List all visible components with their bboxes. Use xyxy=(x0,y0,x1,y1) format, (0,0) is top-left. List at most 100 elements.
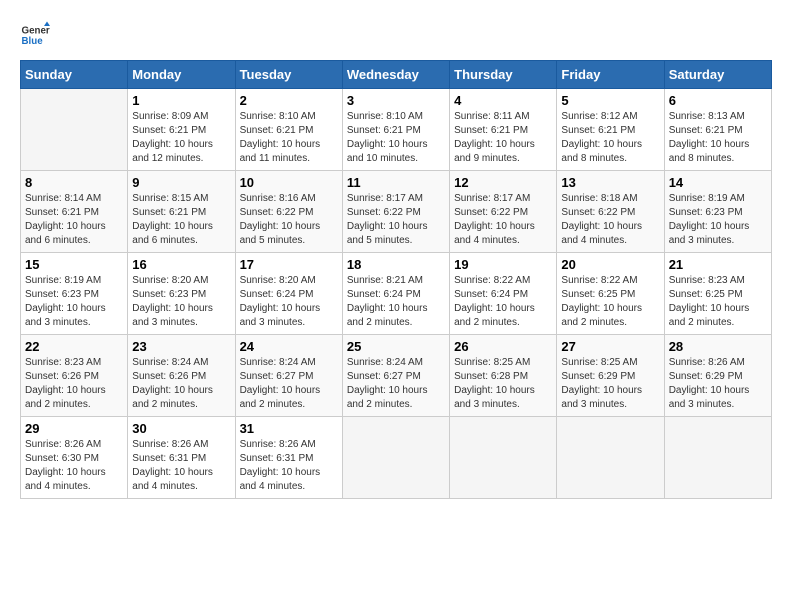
day-number: 24 xyxy=(240,339,338,354)
day-number: 1 xyxy=(132,93,230,108)
calendar-week-row: 8 Sunrise: 8:14 AMSunset: 6:21 PMDaylight… xyxy=(21,171,772,253)
calendar-day-cell: 5 Sunrise: 8:12 AMSunset: 6:21 PMDaylight… xyxy=(557,89,664,171)
day-number: 12 xyxy=(454,175,552,190)
logo: General Blue xyxy=(20,20,54,50)
calendar-day-cell: 1Sunrise: 8:09 AMSunset: 6:21 PMDaylight… xyxy=(128,89,235,171)
day-number: 23 xyxy=(132,339,230,354)
day-info: Sunrise: 8:11 AMSunset: 6:21 PMDaylight:… xyxy=(454,110,552,166)
calendar-day-cell: 6 Sunrise: 8:13 AMSunset: 6:21 PMDaylight… xyxy=(664,89,771,171)
day-info: Sunrise: 8:19 AMSunset: 6:23 PMDaylight:… xyxy=(25,274,123,330)
calendar-week-row: 15Sunrise: 8:19 AMSunset: 6:23 PMDayligh… xyxy=(21,253,772,335)
calendar-day-cell: 17Sunrise: 8:20 AMSunset: 6:24 PMDayligh… xyxy=(235,253,342,335)
day-number: 9 xyxy=(132,175,230,190)
day-info: Sunrise: 8:25 AMSunset: 6:29 PMDaylight:… xyxy=(561,356,659,412)
calendar-day-cell: 3 Sunrise: 8:10 AMSunset: 6:21 PMDaylight… xyxy=(342,89,449,171)
day-number: 5 xyxy=(561,93,659,108)
calendar-header-row: SundayMondayTuesdayWednesdayThursdayFrid… xyxy=(21,61,772,89)
day-number: 27 xyxy=(561,339,659,354)
col-header-monday: Monday xyxy=(128,61,235,89)
col-header-friday: Friday xyxy=(557,61,664,89)
calendar-day-cell xyxy=(342,417,449,499)
calendar-day-cell: 30 Sunrise: 8:26 AMSunset: 6:31 PMDayligh… xyxy=(128,417,235,499)
calendar-week-row: 1Sunrise: 8:09 AMSunset: 6:21 PMDaylight… xyxy=(21,89,772,171)
day-number: 2 xyxy=(240,93,338,108)
day-info: Sunrise: 8:24 AMSunset: 6:26 PMDaylight:… xyxy=(132,356,230,412)
day-number: 11 xyxy=(347,175,445,190)
day-info: Sunrise: 8:26 AMSunset: 6:30 PMDaylight:… xyxy=(25,438,123,494)
calendar-day-cell: 13 Sunrise: 8:18 AMSunset: 6:22 PMDayligh… xyxy=(557,171,664,253)
svg-text:Blue: Blue xyxy=(22,36,44,47)
logo-icon: General Blue xyxy=(20,20,50,50)
calendar-week-row: 22Sunrise: 8:23 AMSunset: 6:26 PMDayligh… xyxy=(21,335,772,417)
day-info: Sunrise: 8:26 AMSunset: 6:31 PMDaylight:… xyxy=(240,438,338,494)
calendar-day-cell: 31 Sunrise: 8:26 AMSunset: 6:31 PMDayligh… xyxy=(235,417,342,499)
day-number: 4 xyxy=(454,93,552,108)
day-info: Sunrise: 8:17 AMSunset: 6:22 PMDaylight:… xyxy=(347,192,445,248)
col-header-wednesday: Wednesday xyxy=(342,61,449,89)
day-number: 18 xyxy=(347,257,445,272)
calendar-day-cell: 24 Sunrise: 8:24 AMSunset: 6:27 PMDayligh… xyxy=(235,335,342,417)
svg-text:General: General xyxy=(22,26,51,37)
calendar-day-cell: 10Sunrise: 8:16 AMSunset: 6:22 PMDayligh… xyxy=(235,171,342,253)
calendar-day-cell xyxy=(664,417,771,499)
calendar-day-cell: 20 Sunrise: 8:22 AMSunset: 6:25 PMDayligh… xyxy=(557,253,664,335)
day-info: Sunrise: 8:12 AMSunset: 6:21 PMDaylight:… xyxy=(561,110,659,166)
day-info: Sunrise: 8:10 AMSunset: 6:21 PMDaylight:… xyxy=(347,110,445,166)
day-info: Sunrise: 8:15 AMSunset: 6:21 PMDaylight:… xyxy=(132,192,230,248)
day-info: Sunrise: 8:14 AMSunset: 6:21 PMDaylight:… xyxy=(25,192,123,248)
day-number: 22 xyxy=(25,339,123,354)
day-number: 3 xyxy=(347,93,445,108)
day-info: Sunrise: 8:25 AMSunset: 6:28 PMDaylight:… xyxy=(454,356,552,412)
col-header-saturday: Saturday xyxy=(664,61,771,89)
day-info: Sunrise: 8:26 AMSunset: 6:31 PMDaylight:… xyxy=(132,438,230,494)
calendar-week-row: 29 Sunrise: 8:26 AMSunset: 6:30 PMDayligh… xyxy=(21,417,772,499)
calendar-day-cell xyxy=(21,89,128,171)
day-number: 20 xyxy=(561,257,659,272)
col-header-thursday: Thursday xyxy=(450,61,557,89)
day-number: 30 xyxy=(132,421,230,436)
day-info: Sunrise: 8:24 AMSunset: 6:27 PMDaylight:… xyxy=(240,356,338,412)
day-info: Sunrise: 8:23 AMSunset: 6:25 PMDaylight:… xyxy=(669,274,767,330)
day-number: 17 xyxy=(240,257,338,272)
day-number: 25 xyxy=(347,339,445,354)
day-info: Sunrise: 8:20 AMSunset: 6:23 PMDaylight:… xyxy=(132,274,230,330)
col-header-sunday: Sunday xyxy=(21,61,128,89)
day-number: 14 xyxy=(669,175,767,190)
day-number: 28 xyxy=(669,339,767,354)
calendar-day-cell: 16Sunrise: 8:20 AMSunset: 6:23 PMDayligh… xyxy=(128,253,235,335)
calendar-day-cell xyxy=(450,417,557,499)
calendar-day-cell: 25 Sunrise: 8:24 AMSunset: 6:27 PMDayligh… xyxy=(342,335,449,417)
calendar-day-cell: 4 Sunrise: 8:11 AMSunset: 6:21 PMDaylight… xyxy=(450,89,557,171)
calendar-day-cell: 21Sunrise: 8:23 AMSunset: 6:25 PMDayligh… xyxy=(664,253,771,335)
calendar-day-cell: 8 Sunrise: 8:14 AMSunset: 6:21 PMDaylight… xyxy=(21,171,128,253)
calendar-day-cell: 18 Sunrise: 8:21 AMSunset: 6:24 PMDayligh… xyxy=(342,253,449,335)
day-number: 8 xyxy=(25,175,123,190)
day-info: Sunrise: 8:18 AMSunset: 6:22 PMDaylight:… xyxy=(561,192,659,248)
calendar-day-cell: 27 Sunrise: 8:25 AMSunset: 6:29 PMDayligh… xyxy=(557,335,664,417)
day-number: 19 xyxy=(454,257,552,272)
calendar-day-cell: 14Sunrise: 8:19 AMSunset: 6:23 PMDayligh… xyxy=(664,171,771,253)
calendar-day-cell: 23 Sunrise: 8:24 AMSunset: 6:26 PMDayligh… xyxy=(128,335,235,417)
calendar-day-cell: 19 Sunrise: 8:22 AMSunset: 6:24 PMDayligh… xyxy=(450,253,557,335)
day-number: 13 xyxy=(561,175,659,190)
day-number: 31 xyxy=(240,421,338,436)
calendar-day-cell: 22Sunrise: 8:23 AMSunset: 6:26 PMDayligh… xyxy=(21,335,128,417)
calendar-day-cell xyxy=(557,417,664,499)
day-info: Sunrise: 8:10 AMSunset: 6:21 PMDaylight:… xyxy=(240,110,338,166)
day-number: 6 xyxy=(669,93,767,108)
day-info: Sunrise: 8:22 AMSunset: 6:25 PMDaylight:… xyxy=(561,274,659,330)
calendar-day-cell: 12Sunrise: 8:17 AMSunset: 6:22 PMDayligh… xyxy=(450,171,557,253)
calendar-day-cell: 29 Sunrise: 8:26 AMSunset: 6:30 PMDayligh… xyxy=(21,417,128,499)
calendar-day-cell: 11 Sunrise: 8:17 AMSunset: 6:22 PMDayligh… xyxy=(342,171,449,253)
day-number: 29 xyxy=(25,421,123,436)
col-header-tuesday: Tuesday xyxy=(235,61,342,89)
page-header: General Blue xyxy=(20,20,772,50)
calendar-day-cell: 28 Sunrise: 8:26 AMSunset: 6:29 PMDayligh… xyxy=(664,335,771,417)
day-info: Sunrise: 8:22 AMSunset: 6:24 PMDaylight:… xyxy=(454,274,552,330)
day-info: Sunrise: 8:13 AMSunset: 6:21 PMDaylight:… xyxy=(669,110,767,166)
day-info: Sunrise: 8:16 AMSunset: 6:22 PMDaylight:… xyxy=(240,192,338,248)
day-info: Sunrise: 8:24 AMSunset: 6:27 PMDaylight:… xyxy=(347,356,445,412)
day-info: Sunrise: 8:26 AMSunset: 6:29 PMDaylight:… xyxy=(669,356,767,412)
day-info: Sunrise: 8:21 AMSunset: 6:24 PMDaylight:… xyxy=(347,274,445,330)
calendar-day-cell: 9 Sunrise: 8:15 AMSunset: 6:21 PMDaylight… xyxy=(128,171,235,253)
